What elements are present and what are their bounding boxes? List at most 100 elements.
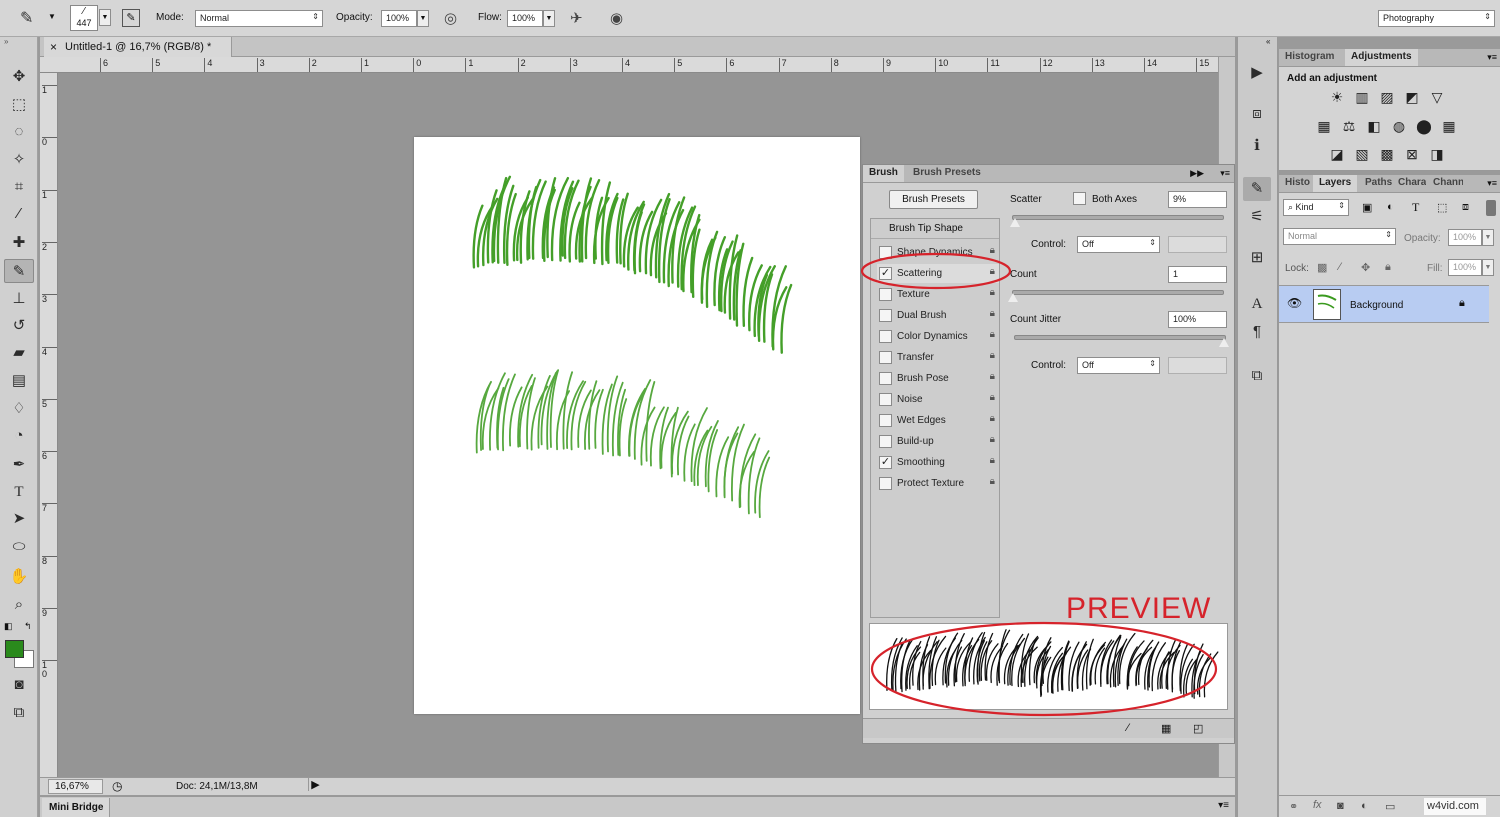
eyedropper-tool-icon[interactable]: ⁄ <box>4 202 34 226</box>
brush-tip-shape-item[interactable]: Brush Tip Shape <box>871 219 999 239</box>
brush-option-transfer[interactable]: Transfer🔒︎ <box>877 348 999 367</box>
brush-option-build-up[interactable]: Build-up🔒︎ <box>877 432 999 451</box>
zoom-tool-icon[interactable]: ⌕ <box>4 593 34 617</box>
default-colors-icon[interactable]: ◧ <box>4 621 13 632</box>
brush-option-checkbox[interactable] <box>879 414 892 427</box>
status-play-icon[interactable]: ▶ <box>308 778 322 791</box>
filter-type-icon[interactable]: T <box>1412 200 1419 215</box>
panel-menu-icon[interactable]: ▾≡ <box>1487 52 1497 63</box>
brush-option-checkbox[interactable] <box>879 288 892 301</box>
invert-icon[interactable]: ◪ <box>1327 146 1347 163</box>
tab-adjustments[interactable]: Adjustments <box>1345 49 1418 66</box>
status-menu-icon[interactable]: ◷ <box>112 779 122 793</box>
brush-option-protect-texture[interactable]: Protect Texture🔒︎ <box>877 474 999 493</box>
color-lookup-icon[interactable]: ▦ <box>1439 118 1459 135</box>
scatter-slider[interactable] <box>1012 215 1224 220</box>
brush-option-checkbox[interactable]: ✓ <box>879 456 892 469</box>
zoom-field[interactable]: 16,67% <box>48 779 103 794</box>
brush-option-dual-brush[interactable]: Dual Brush🔒︎ <box>877 306 999 325</box>
control-select[interactable]: Off ⇕ <box>1077 236 1160 253</box>
close-tab-icon[interactable]: × <box>50 40 57 54</box>
count-slider-thumb[interactable] <box>1008 293 1018 302</box>
quick-mask-icon[interactable]: ◙ <box>4 673 34 697</box>
flow-input[interactable]: 100% <box>507 10 543 27</box>
new-adjustment-layer-icon[interactable]: ◐ <box>1361 800 1368 812</box>
dodge-tool-icon[interactable]: ◔ <box>4 424 34 448</box>
brush-panel-icon[interactable]: ✎ <box>1243 177 1271 201</box>
brush-option-checkbox[interactable] <box>879 309 892 322</box>
brush-option-brush-pose[interactable]: Brush Pose🔒︎ <box>877 369 999 388</box>
lock-icon[interactable]: 🔒︎ <box>990 434 995 445</box>
count-jitter-input[interactable]: 100% <box>1168 311 1227 328</box>
selective-color-icon[interactable]: ⊠ <box>1402 146 1422 163</box>
lock-transparent-icon[interactable]: ▩ <box>1317 261 1327 274</box>
link-layers-icon[interactable]: ⚭ <box>1289 800 1298 813</box>
photo-filter-icon[interactable]: ◍ <box>1389 118 1409 135</box>
tab-character[interactable]: Chara <box>1392 175 1426 192</box>
collapse-panel-icon[interactable]: ▶▶ <box>1190 168 1204 179</box>
new-preset-icon[interactable]: ◰ <box>1193 722 1203 735</box>
lock-icon[interactable]: 🔒︎ <box>990 392 995 403</box>
tab-histogram[interactable]: Histogram <box>1279 49 1340 66</box>
channel-mixer-icon[interactable]: ⬤ <box>1414 118 1434 135</box>
threshold-icon[interactable]: ▩ <box>1377 146 1397 163</box>
lasso-tool-icon[interactable]: ◌ <box>4 120 34 144</box>
lock-icon[interactable]: 🔒︎ <box>990 455 995 466</box>
tab-layers[interactable]: Layers <box>1313 175 1357 192</box>
brush-option-smoothing[interactable]: ✓Smoothing🔒︎ <box>877 453 999 472</box>
brush-tool-icon[interactable]: ✎ <box>20 8 33 28</box>
count-jitter-slider[interactable] <box>1014 335 1226 340</box>
curves-icon[interactable]: ▨ <box>1377 89 1397 106</box>
lock-icon[interactable]: 🔒︎ <box>990 476 995 487</box>
brush-option-texture[interactable]: Texture🔒︎ <box>877 285 999 304</box>
exposure-icon[interactable]: ◩ <box>1402 89 1422 106</box>
fill-dropdown[interactable]: ▼ <box>1482 259 1494 276</box>
document-tab[interactable]: × Untitled-1 @ 16,7% (RGB/8) * <box>44 37 232 57</box>
tab-brush[interactable]: Brush <box>863 165 904 182</box>
brush-option-checkbox[interactable] <box>879 477 892 490</box>
layer-row-background[interactable]: 👁︎ Background 🔒︎ <box>1279 285 1489 323</box>
pen-tool-icon[interactable]: ✒ <box>4 453 34 477</box>
posterize-icon[interactable]: ▧ <box>1352 146 1372 163</box>
swap-colors-icon[interactable]: ↰ <box>24 621 32 632</box>
actions-play-icon[interactable]: ▶ <box>1243 61 1271 85</box>
brush-option-scattering[interactable]: ✓Scattering🔒︎ <box>877 264 999 283</box>
scatter-input[interactable]: 9% <box>1168 191 1227 208</box>
character-icon[interactable]: A <box>1243 292 1271 316</box>
toggle-live-tip-icon[interactable]: ⁄ <box>1127 722 1129 734</box>
brush-option-checkbox[interactable]: ✓ <box>879 267 892 280</box>
crop-tool-icon[interactable]: ⌗ <box>4 175 34 199</box>
brush-option-checkbox[interactable] <box>879 435 892 448</box>
layer-style-icon[interactable]: fx <box>1313 799 1322 811</box>
move-tool-icon[interactable]: ✥ <box>4 65 34 89</box>
opacity-input[interactable]: 100% <box>381 10 417 27</box>
count-jitter-slider-thumb[interactable] <box>1219 338 1229 347</box>
toolbar-collapse-icon[interactable]: » <box>4 37 8 46</box>
ellipse-tool-icon[interactable]: ⬭ <box>4 535 34 559</box>
panel-menu-icon[interactable]: ▾≡ <box>1487 178 1497 189</box>
levels-icon[interactable]: ▥ <box>1352 89 1372 106</box>
both-axes-checkbox[interactable] <box>1073 192 1086 205</box>
fill-input[interactable]: 100% <box>1448 259 1482 276</box>
layer-comps-icon[interactable]: ⧉ <box>1243 364 1271 388</box>
filter-smart-object-icon[interactable]: ⧈ <box>1462 201 1469 214</box>
color-balance-icon[interactable]: ⚖ <box>1339 118 1359 135</box>
filter-toggle[interactable] <box>1486 200 1496 216</box>
pressure-size-icon[interactable]: ◉ <box>610 9 623 27</box>
tab-channels[interactable]: Chann <box>1427 175 1463 192</box>
count-slider[interactable] <box>1012 290 1224 295</box>
lock-position-icon[interactable]: ✥ <box>1361 261 1370 274</box>
brush-size-picker[interactable]: ⁄ 447 <box>70 5 98 31</box>
mode-select[interactable]: Normal ⇕ <box>195 10 323 27</box>
lock-pixels-icon[interactable]: ⁄ <box>1339 261 1341 273</box>
mini-bridge-tab[interactable]: Mini Bridge <box>42 798 110 817</box>
brush-option-checkbox[interactable] <box>879 351 892 364</box>
brush-option-wet-edges[interactable]: Wet Edges🔒︎ <box>877 411 999 430</box>
filter-shape-icon[interactable]: ⬚ <box>1437 201 1447 214</box>
brush-option-checkbox[interactable] <box>879 246 892 259</box>
lock-icon[interactable]: 🔒︎ <box>990 371 995 382</box>
kind-filter-select[interactable]: ⌕ Kind ⇕ <box>1283 199 1349 216</box>
vibrance-icon[interactable]: ▽ <box>1427 89 1447 106</box>
hand-tool-icon[interactable]: ✋ <box>4 565 34 589</box>
brush-presets-button[interactable]: Brush Presets <box>889 190 978 209</box>
